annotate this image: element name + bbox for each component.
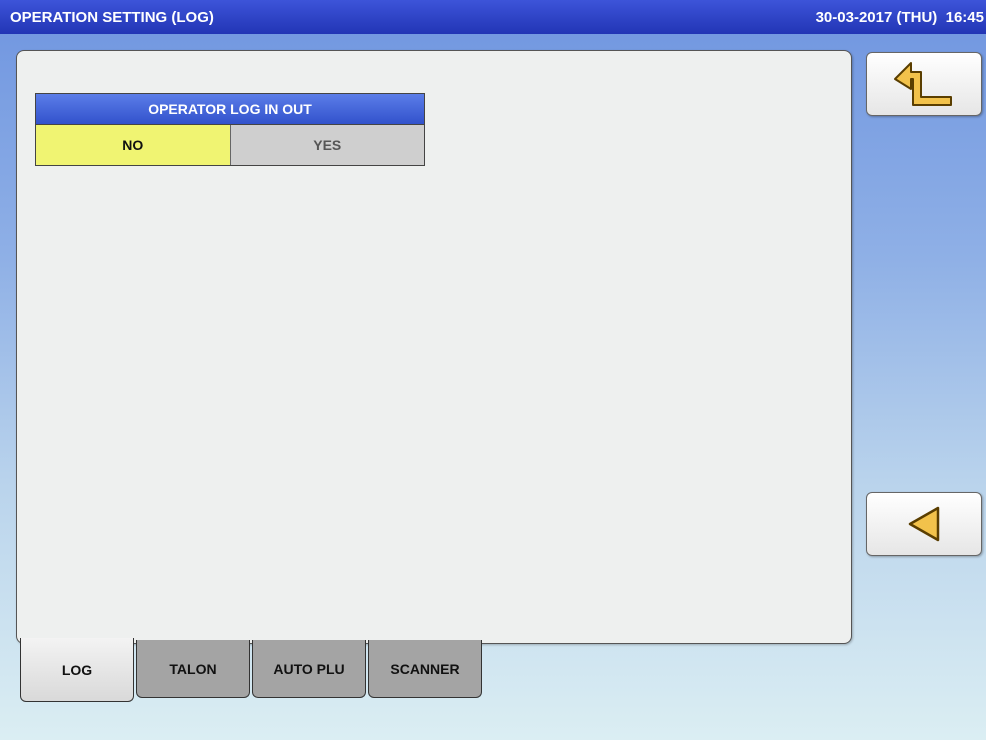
tab-scanner[interactable]: SCANNER <box>368 640 482 698</box>
tab-bar: LOG TALON AUTO PLU SCANNER <box>20 638 484 702</box>
setting-title: OPERATOR LOG IN OUT <box>36 94 424 125</box>
option-no-button[interactable]: NO <box>36 125 231 165</box>
previous-button[interactable] <box>866 492 982 556</box>
return-arrow-icon <box>894 62 952 106</box>
datetime-display: 30-03-2017 (THU) 16:45 <box>815 8 984 26</box>
triangle-left-icon <box>908 506 940 542</box>
tab-talon[interactable]: TALON <box>136 640 250 698</box>
settings-panel: OPERATOR LOG IN OUT NO YES <box>16 50 852 644</box>
setting-options: NO YES <box>36 125 424 165</box>
tab-auto-plu[interactable]: AUTO PLU <box>252 640 366 698</box>
back-button[interactable] <box>866 52 982 116</box>
tab-log[interactable]: LOG <box>20 638 134 702</box>
page-title: OPERATION SETTING (LOG) <box>10 8 214 26</box>
operator-log-setting: OPERATOR LOG IN OUT NO YES <box>35 93 425 166</box>
title-bar: OPERATION SETTING (LOG) 30-03-2017 (THU)… <box>0 0 986 34</box>
option-yes-button[interactable]: YES <box>230 125 424 165</box>
